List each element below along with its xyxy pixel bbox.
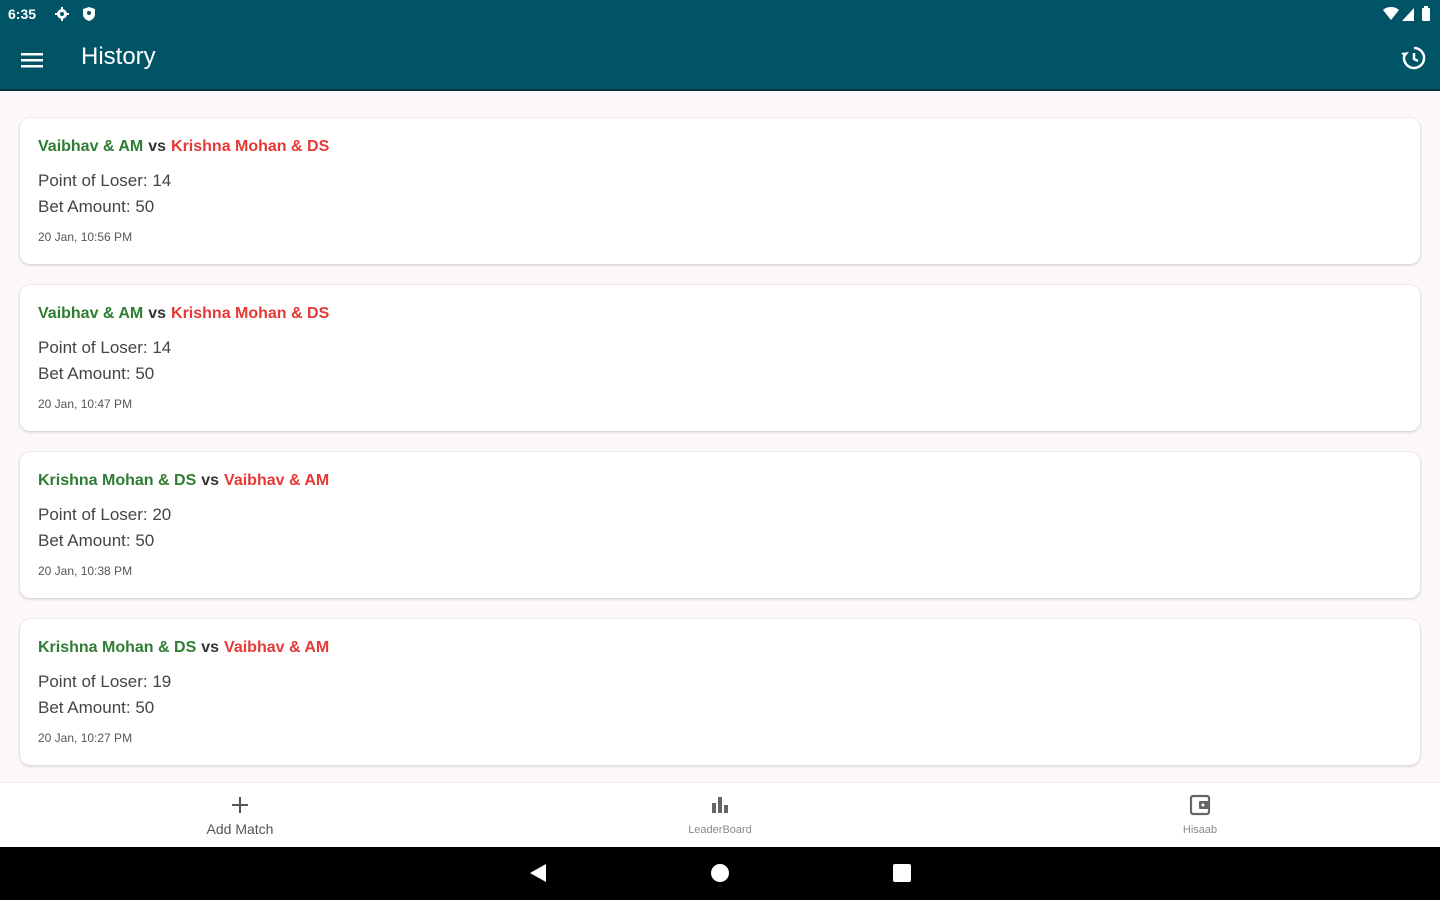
wifi-icon (1383, 7, 1399, 20)
nav-hisaab-label: Hisaab (1182, 824, 1218, 836)
bottom-navigation: Add Match LeaderBoard Hisaab (0, 782, 1440, 848)
plus-icon (232, 797, 248, 813)
match-card[interactable]: Krishna Mohan & DS vs Vaibhav & AM Point o… (20, 452, 1420, 598)
home-icon[interactable] (710, 862, 730, 884)
match-timestamp: 20 Jan, 10:56 PM (38, 230, 133, 244)
menu-icon[interactable] (18, 46, 46, 74)
recents-icon[interactable] (892, 862, 912, 884)
page-title: History (81, 43, 156, 70)
match-card[interactable]: Vaibhav & AM vs Krishna Mohan & DS Point o… (20, 285, 1420, 431)
winner-team: Vaibhav & AM (38, 305, 144, 322)
nav-add-match[interactable]: Add Match (0, 783, 480, 848)
loser-team: Vaibhav & AM (224, 639, 330, 656)
loser-points: Point of Loser: 19 (38, 672, 172, 691)
vs-label: vs (201, 472, 220, 489)
app-bar: History (0, 28, 1440, 91)
loser-team: Krishna Mohan & DS (171, 305, 330, 322)
settings-icon (55, 7, 69, 21)
status-time: 6:35 (8, 6, 37, 22)
winner-team: Krishna Mohan & DS (38, 472, 197, 489)
bet-amount: Bet Amount: 50 (38, 531, 155, 550)
status-bar: 6:35 (0, 0, 1440, 28)
signal-icon (1402, 8, 1414, 21)
winner-team: Krishna Mohan & DS (38, 639, 197, 656)
battery-icon (1422, 6, 1430, 21)
match-timestamp: 20 Jan, 10:38 PM (38, 564, 133, 578)
match-teams: Vaibhav & AM vs Krishna Mohan & DS (38, 138, 329, 156)
bet-amount: Bet Amount: 50 (38, 698, 155, 717)
bet-amount: Bet Amount: 50 (38, 197, 155, 216)
loser-team: Krishna Mohan & DS (171, 138, 330, 155)
vs-label: vs (148, 305, 167, 322)
bet-amount: Bet Amount: 50 (38, 364, 155, 383)
match-teams: Krishna Mohan & DS vs Vaibhav & AM (38, 639, 329, 657)
history-icon[interactable] (1400, 44, 1428, 72)
shield-icon (83, 7, 95, 21)
system-navigation-bar (0, 847, 1440, 900)
nav-leaderboard[interactable]: LeaderBoard (480, 783, 960, 848)
wallet-icon (1189, 794, 1211, 816)
loser-points: Point of Loser: 20 (38, 505, 172, 524)
match-timestamp: 20 Jan, 10:27 PM (38, 731, 133, 745)
loser-team: Vaibhav & AM (224, 472, 330, 489)
back-icon[interactable] (528, 862, 548, 884)
match-teams: Krishna Mohan & DS vs Vaibhav & AM (38, 472, 329, 490)
nav-hisaab[interactable]: Hisaab (960, 783, 1440, 848)
nav-leaderboard-label: LeaderBoard (688, 824, 752, 836)
winner-team: Vaibhav & AM (38, 138, 144, 155)
vs-label: vs (201, 639, 220, 656)
match-timestamp: 20 Jan, 10:47 PM (38, 397, 133, 411)
vs-label: vs (148, 138, 167, 155)
match-teams: Vaibhav & AM vs Krishna Mohan & DS (38, 305, 329, 323)
match-history-list[interactable]: Vaibhav & AM vs Krishna Mohan & DS Point o… (0, 91, 1440, 782)
match-card[interactable]: Vaibhav & AM vs Krishna Mohan & DS Point o… (20, 118, 1420, 264)
loser-points: Point of Loser: 14 (38, 171, 172, 190)
bar-chart-icon (712, 797, 728, 813)
match-card[interactable]: Krishna Mohan & DS vs Vaibhav & AM Point o… (20, 619, 1420, 765)
loser-points: Point of Loser: 14 (38, 338, 172, 357)
nav-add-match-label: Add Match (206, 821, 274, 837)
